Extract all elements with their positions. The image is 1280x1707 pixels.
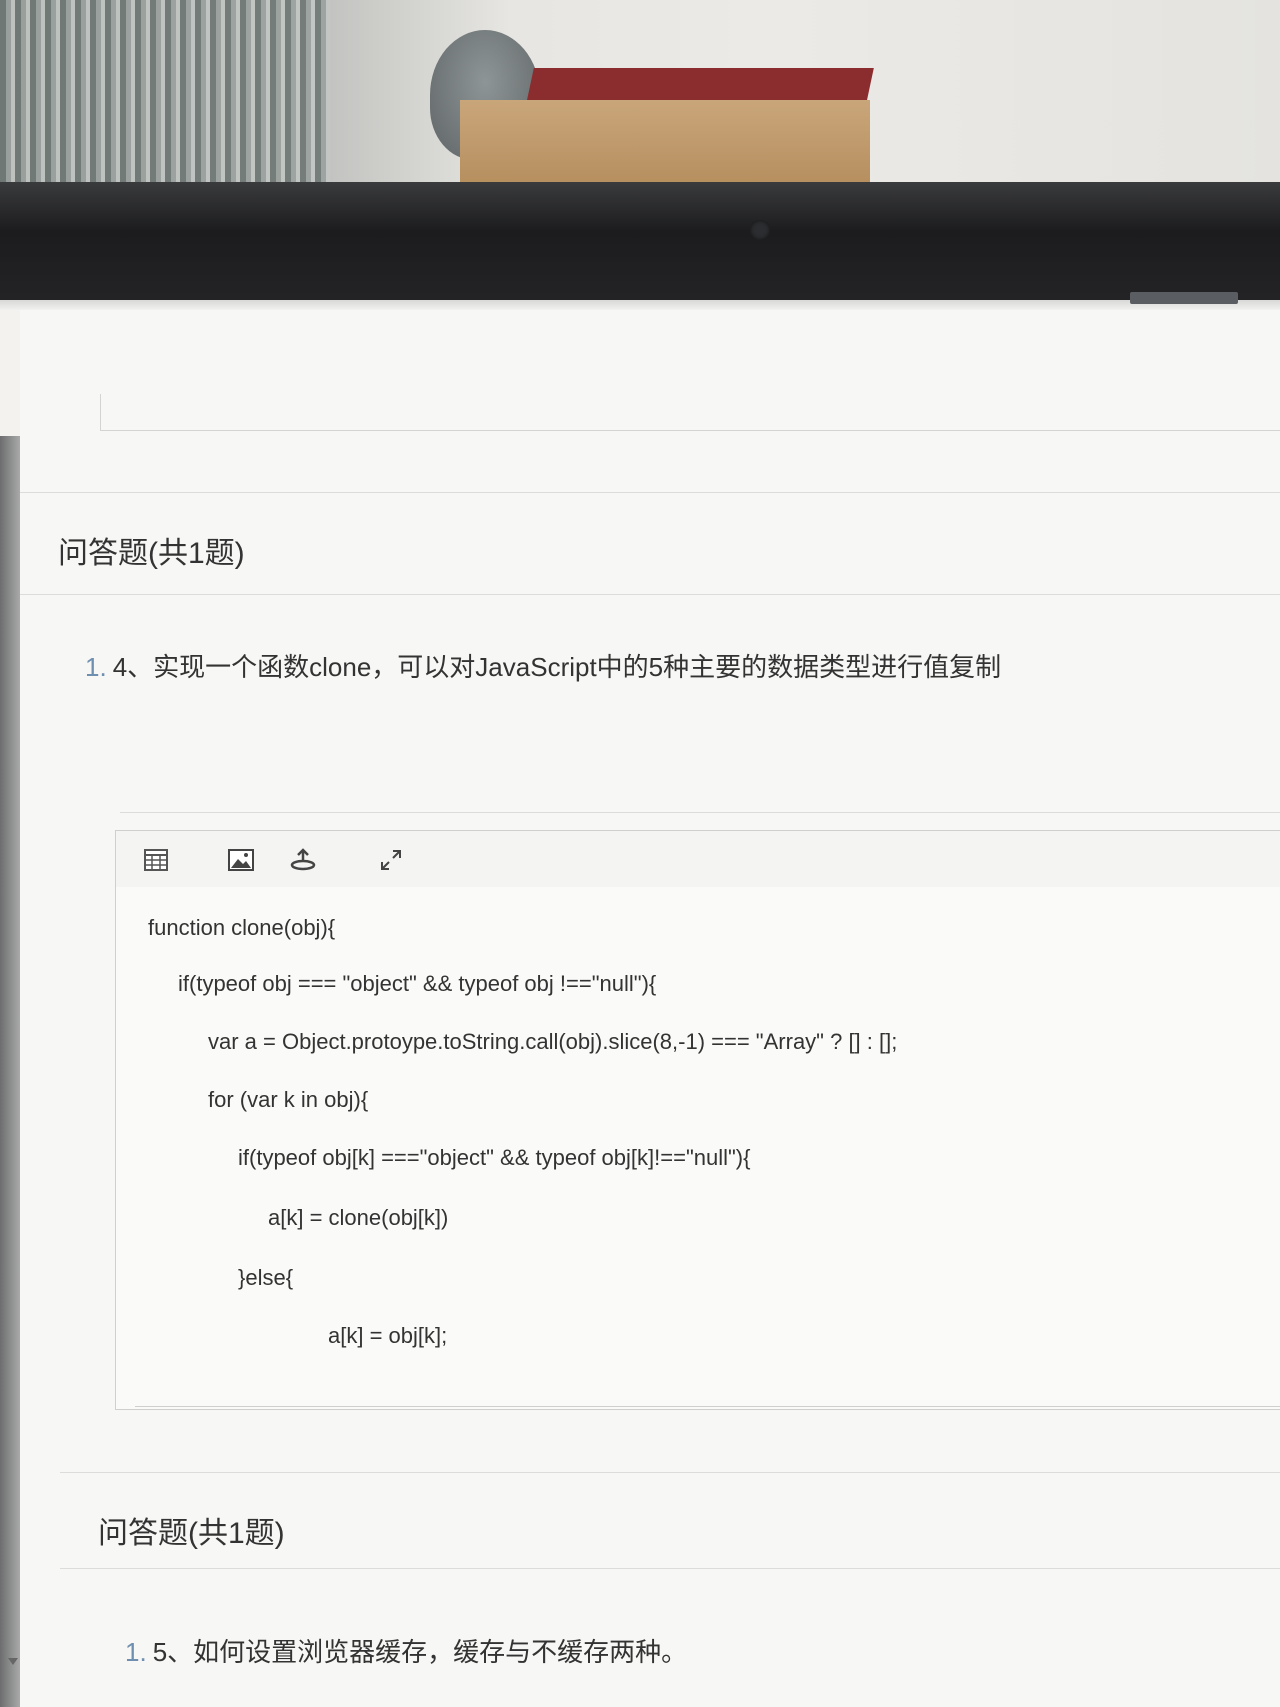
- section-divider: [20, 594, 1280, 595]
- webcam-icon: [750, 220, 770, 240]
- section-divider: [60, 1472, 1280, 1473]
- question-text: 4、实现一个函数clone，可以对JavaScript中的5种主要的数据类型进行…: [112, 652, 1002, 682]
- exam-page: 问答题(共1题) 1. 4、实现一个函数clone，可以对JavaScript中的…: [20, 310, 1280, 1707]
- editor-toolbar: [116, 831, 1280, 887]
- question-5: 1. 5、如何设置浏览器缓存，缓存与不缓存两种。: [125, 1632, 687, 1669]
- scroll-down-arrow-icon[interactable]: [8, 1658, 18, 1665]
- section-divider: [60, 1568, 1280, 1569]
- previous-answer-box: [100, 394, 101, 430]
- fullscreen-icon[interactable]: [376, 845, 406, 875]
- question-number: 1.: [85, 652, 107, 682]
- code-line: a[k] = clone(obj[k]): [268, 1205, 449, 1230]
- code-line: for (var k in obj){: [208, 1087, 369, 1112]
- screen-edge: [0, 300, 1280, 310]
- upload-icon[interactable]: [288, 845, 318, 875]
- image-icon[interactable]: [226, 845, 256, 875]
- code-line: if(typeof obj[k] ==="object" && typeof o…: [238, 1145, 751, 1170]
- section-title: 问答题(共1题): [58, 537, 245, 570]
- code-line: if(typeof obj === "object" && typeof obj…: [178, 971, 657, 996]
- monitor-bezel: [0, 182, 1280, 306]
- editor-bottom-edge: [135, 1406, 1280, 1407]
- table-icon[interactable]: [141, 845, 171, 875]
- editor-top-divider: [120, 812, 1280, 813]
- box-lid: [526, 68, 874, 104]
- section-divider: [20, 492, 1280, 493]
- code-line: function clone(obj){: [148, 915, 336, 940]
- code-line: var a = Object.protoype.toString.call(ob…: [208, 1029, 898, 1054]
- answer-editor[interactable]: function clone(obj){ if(typeof obj === "…: [115, 830, 1280, 1410]
- room-background: [0, 0, 1280, 190]
- section-title: 问答题(共1题): [98, 1517, 285, 1550]
- screen-scroll-tab: [1130, 292, 1238, 304]
- code-line: }else{: [238, 1265, 294, 1290]
- question-number: 1.: [125, 1637, 147, 1667]
- code-line: a[k] = obj[k];: [328, 1323, 448, 1348]
- bookshelf: [0, 0, 330, 185]
- cardboard-box: [460, 100, 870, 190]
- previous-answer-box-bottom: [100, 430, 1280, 431]
- left-scrollbar[interactable]: [0, 436, 20, 1707]
- question-text: 5、如何设置浏览器缓存，缓存与不缓存两种。: [152, 1637, 688, 1667]
- question-4: 1. 4、实现一个函数clone，可以对JavaScript中的5种主要的数据类型…: [85, 647, 1001, 684]
